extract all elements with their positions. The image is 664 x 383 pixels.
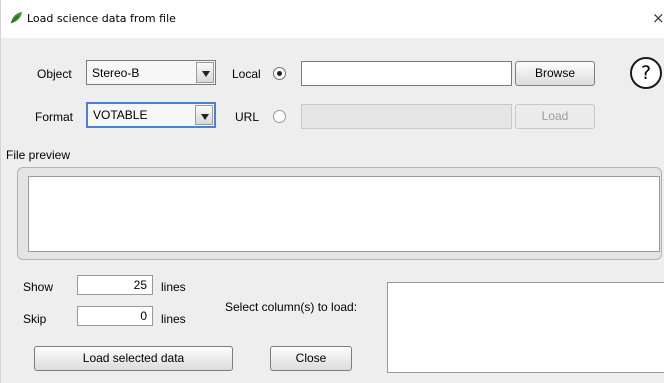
local-path-input[interactable] xyxy=(301,61,512,86)
file-preview-label: File preview xyxy=(6,148,71,162)
title-bar[interactable]: Load science data from file × xyxy=(1,0,664,38)
url-radio[interactable] xyxy=(273,110,286,123)
skip-label: Skip xyxy=(23,312,47,326)
browse-button[interactable]: Browse xyxy=(515,61,595,86)
url-input[interactable] xyxy=(301,104,512,129)
chevron-down-icon[interactable] xyxy=(196,62,214,83)
show-label: Show xyxy=(23,280,54,294)
object-label: Object xyxy=(37,67,72,81)
file-preview-area[interactable] xyxy=(28,176,660,252)
skip-unit-label: lines xyxy=(161,312,186,326)
format-select-value: VOTABLE xyxy=(93,108,148,122)
columns-list[interactable] xyxy=(387,282,664,373)
local-radio[interactable] xyxy=(273,67,286,80)
load-url-button[interactable]: Load xyxy=(515,104,595,129)
leaf-icon xyxy=(9,11,23,25)
close-window-icon[interactable]: × xyxy=(652,9,664,27)
local-label: Local xyxy=(232,67,261,81)
object-select[interactable]: Stereo-B xyxy=(86,60,216,85)
window-title: Load science data from file xyxy=(27,12,176,25)
help-icon[interactable]: ? xyxy=(630,57,662,89)
skip-lines-input[interactable]: 0 xyxy=(77,306,153,326)
url-label: URL xyxy=(235,110,260,124)
close-button[interactable]: Close xyxy=(270,346,352,371)
object-select-value: Stereo-B xyxy=(92,66,140,80)
chevron-down-icon[interactable] xyxy=(195,105,213,125)
select-columns-label: Select column(s) to load: xyxy=(225,300,358,314)
show-lines-input[interactable]: 25 xyxy=(77,275,153,295)
load-science-data-dialog: Load science data from file × Object Ste… xyxy=(0,0,664,383)
show-unit-label: lines xyxy=(161,280,186,294)
format-select[interactable]: VOTABLE xyxy=(86,102,216,128)
load-selected-data-button[interactable]: Load selected data xyxy=(34,346,233,371)
format-label: Format xyxy=(35,110,74,124)
